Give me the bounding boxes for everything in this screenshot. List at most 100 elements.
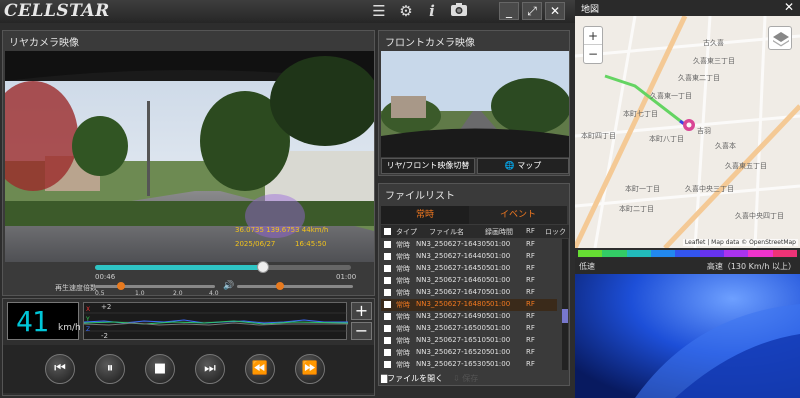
row-rf: RF — [526, 300, 535, 308]
map-close-button[interactable]: ✕ — [784, 0, 794, 14]
file-list: 常時 NN3_250627-164305 01:00 RF 常時 NN3_250627-1… — [381, 239, 561, 370]
row-checkbox[interactable] — [384, 325, 391, 332]
legend-swatch — [650, 250, 676, 257]
row-checkbox[interactable] — [384, 349, 391, 356]
file-row[interactable]: 常時 NN3_250627-164305 01:00 RF — [381, 239, 557, 251]
row-checkbox[interactable] — [384, 289, 391, 296]
speed-tick: 0.5 — [95, 290, 105, 297]
volume-track[interactable] — [237, 285, 353, 288]
time-total: 01:00 — [336, 273, 357, 281]
save-button[interactable]: ⇩ 保存 — [453, 372, 503, 385]
legend-swatch — [748, 250, 773, 257]
zoom-out-graph-button[interactable]: − — [351, 322, 372, 340]
row-checkbox[interactable] — [384, 277, 391, 284]
column-header: タイプ — [396, 228, 417, 236]
row-filename: NN3_250627-164905 — [416, 312, 491, 320]
layers-icon[interactable] — [768, 26, 792, 50]
file-row[interactable]: 常時 NN3_250627-164405 01:00 RF — [381, 251, 557, 263]
open-file-button[interactable]: ▇ファイルを開く — [381, 372, 445, 385]
select-all-checkbox[interactable] — [384, 228, 391, 235]
map-button[interactable]: 🌐 マップ — [477, 158, 569, 174]
scrollbar-thumb[interactable] — [562, 309, 568, 323]
info-icon[interactable]: i — [422, 2, 442, 21]
row-checkbox[interactable] — [384, 337, 391, 344]
row-checkbox[interactable] — [384, 301, 391, 308]
row-rf: RF — [526, 360, 535, 368]
volume-icon[interactable]: 🔊 — [223, 281, 234, 291]
file-row[interactable]: 常時 NN3_250627-165305 01:00 RF — [381, 359, 557, 370]
row-checkbox[interactable] — [384, 361, 391, 368]
tab-normal[interactable]: 常時 — [381, 206, 469, 224]
fast-forward-button[interactable]: ⏩ — [295, 354, 325, 384]
gsensor-bottom-label: -2 — [101, 332, 108, 340]
restore-button[interactable]: ⤢ — [522, 2, 542, 20]
file-row[interactable]: 常時 NN3_250627-165105 01:00 RF — [381, 335, 557, 347]
row-type: 常時 — [396, 349, 410, 357]
prev-file-button[interactable]: ⏮ — [45, 354, 75, 384]
tab-event[interactable]: イベント — [469, 206, 567, 224]
speed-tick: 4.0 — [209, 290, 219, 297]
gear-icon[interactable]: ⚙ — [396, 2, 416, 21]
row-checkbox[interactable] — [384, 241, 391, 248]
volume-handle[interactable] — [275, 282, 284, 290]
row-type: 常時 — [396, 337, 410, 345]
row-checkbox[interactable] — [384, 253, 391, 260]
front-video[interactable] — [381, 51, 569, 157]
row-checkbox[interactable] — [384, 265, 391, 272]
file-list-header: タイプ ファイル名 録画時間 RF ロック — [381, 225, 569, 238]
map-label: 古久喜 — [703, 39, 724, 47]
row-duration: 01:00 — [490, 324, 511, 332]
column-header: 録画時間 — [485, 228, 513, 236]
legend-swatch — [578, 250, 603, 257]
minimize-button[interactable]: _ — [499, 2, 519, 20]
row-filename: NN3_250627-164405 — [416, 252, 491, 260]
file-row[interactable]: 常時 NN3_250627-164705 01:00 RF — [381, 287, 557, 299]
pause-button[interactable]: ⏸ — [95, 354, 125, 384]
map-view[interactable]: 久喜東二丁目 久喜東一丁目 本町七丁目 本町八丁目 本町四丁目 本町一丁目 本町… — [575, 16, 800, 248]
camera-icon[interactable] — [449, 2, 469, 21]
row-duration: 01:00 — [490, 348, 511, 356]
rear-camera-title: リヤカメラ映像 — [9, 38, 79, 49]
file-list-scrollbar[interactable] — [562, 239, 568, 370]
rewind-button[interactable]: ⏪ — [245, 354, 275, 384]
row-filename: NN3_250627-164505 — [416, 264, 491, 272]
file-row[interactable]: 常時 NN3_250627-165005 01:00 RF — [381, 323, 557, 335]
speed-handle[interactable] — [117, 282, 125, 290]
map-label: 本町八丁目 — [649, 135, 684, 143]
row-type: 常時 — [396, 313, 410, 321]
seek-track[interactable] — [95, 265, 351, 270]
list-icon[interactable]: ☰ — [369, 2, 389, 21]
zoom-in-graph-button[interactable]: + — [351, 302, 372, 320]
file-row[interactable]: 常時 NN3_250627-165205 01:00 RF — [381, 347, 557, 359]
row-filename: NN3_250627-165305 — [416, 360, 491, 368]
rear-camera-panel: リヤカメラ映像 36.0735 139.6753 44km/h 2025/06/… — [2, 30, 375, 297]
next-file-button[interactable]: ⏭ — [195, 354, 225, 384]
file-row[interactable]: 常時 NN3_250627-164905 01:00 RF — [381, 311, 557, 323]
camera-switch-label: リヤ/フロント映像切替 — [386, 161, 470, 170]
map-label: 本町七丁目 — [623, 110, 658, 118]
row-duration: 01:00 — [490, 240, 511, 248]
seek-fill — [95, 265, 262, 270]
close-button[interactable]: ✕ — [545, 2, 565, 20]
map-button-label: マップ — [517, 161, 542, 170]
gsensor-axis-x: X — [86, 306, 91, 313]
map-zoom-in-button[interactable]: + — [584, 27, 602, 45]
file-row[interactable]: 常時 NN3_250627-164505 01:00 RF — [381, 263, 557, 275]
row-checkbox[interactable] — [384, 313, 391, 320]
row-type: 常時 — [396, 361, 410, 369]
map-header: 地図 ✕ — [575, 0, 800, 16]
file-row[interactable]: 常時 NN3_250627-164605 01:00 RF — [381, 275, 557, 287]
file-row[interactable]: 常時 NN3_250627-164805 01:00 RF — [381, 299, 557, 311]
stop-button[interactable]: ■ — [145, 354, 175, 384]
save-label: 保存 — [462, 374, 479, 383]
map-label: 久喜本 — [715, 142, 736, 150]
column-header: ファイル名 — [429, 228, 464, 236]
file-list-title: ファイルリスト — [385, 191, 455, 202]
map-zoom-out-button[interactable]: − — [584, 45, 602, 63]
camera-switch-button[interactable]: リヤ/フロント映像切替 — [381, 158, 475, 174]
speed-track[interactable] — [95, 285, 215, 288]
column-header: RF — [526, 227, 535, 235]
rear-video[interactable]: 36.0735 139.6753 44km/h 2025/06/27 16:45… — [5, 51, 374, 262]
gsensor-graph: +2 -2 X Y Z — [83, 302, 349, 340]
seek-handle[interactable] — [257, 261, 270, 273]
